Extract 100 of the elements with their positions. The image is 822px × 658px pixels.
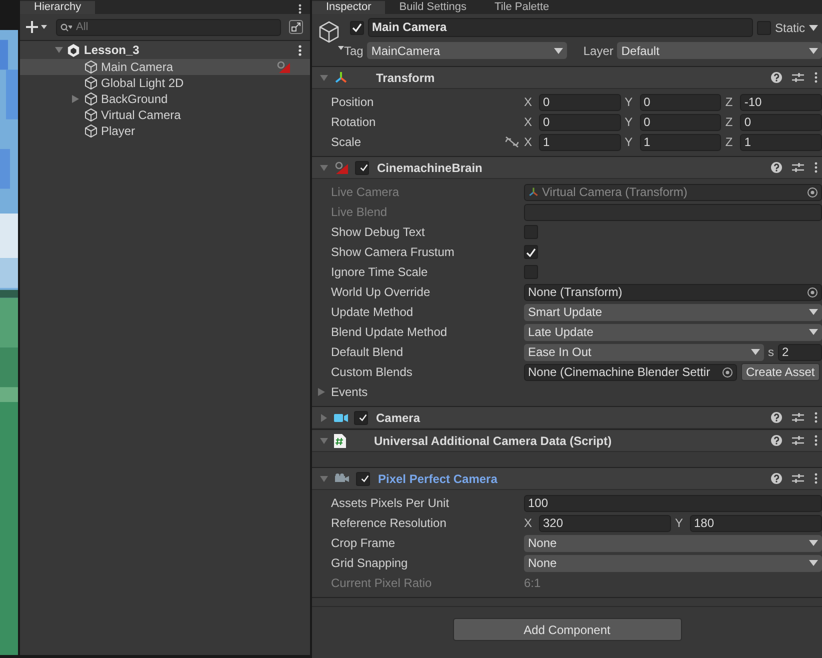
maximize-icon[interactable] [289, 20, 303, 34]
number-field[interactable]: -10 [740, 94, 822, 110]
number-field[interactable]: 0 [539, 114, 621, 130]
axis-label: Z [725, 95, 734, 109]
preset-icon[interactable] [792, 473, 804, 484]
kebab-menu-icon[interactable] [814, 72, 818, 83]
checkmark-icon [359, 413, 367, 422]
inspector-tab[interactable]: Inspector [312, 1, 386, 14]
help-icon[interactable] [771, 162, 782, 173]
preset-icon[interactable] [792, 72, 804, 83]
static-checkbox[interactable] [757, 20, 771, 34]
property-label: Assets Pixels Per Unit [331, 496, 450, 510]
hierarchy-item[interactable]: Virtual Camera [20, 107, 310, 123]
cube-icon [84, 60, 98, 74]
expand-arrow-icon[interactable] [72, 95, 79, 103]
dropdown[interactable]: None [524, 534, 822, 552]
scene-row[interactable]: Lesson_3 [20, 41, 310, 59]
number-field[interactable]: 1 [640, 134, 722, 150]
caret-icon [554, 48, 564, 54]
caret-icon [751, 349, 760, 355]
number-field[interactable]: 2 [778, 344, 822, 360]
axis-label: X [524, 115, 534, 129]
number-field[interactable]: 320 [539, 514, 671, 532]
preset-icon[interactable] [792, 435, 804, 446]
hierarchy-item[interactable]: Player [20, 123, 310, 139]
component-title: Camera [376, 410, 420, 424]
number-field[interactable]: 100 [524, 494, 822, 512]
help-icon[interactable] [771, 435, 782, 446]
unlinked-icon[interactable] [504, 136, 520, 148]
number-field[interactable]: 0 [539, 94, 621, 110]
create-asset-button[interactable]: Create Asset [741, 363, 820, 381]
layer-label: Layer [583, 44, 614, 58]
kebab-menu-icon[interactable] [298, 44, 302, 56]
number-field[interactable]: 0 [740, 114, 822, 130]
enable-checkbox[interactable] [354, 410, 368, 424]
number-field[interactable]: 1 [740, 134, 822, 150]
help-icon[interactable] [771, 72, 782, 83]
component-header[interactable]: Transform [312, 67, 822, 89]
caret-icon[interactable] [809, 24, 818, 30]
hierarchy-item[interactable]: BackGround [20, 91, 310, 107]
tag-dropdown[interactable]: MainCamera [367, 42, 568, 59]
checkmark-icon [352, 23, 362, 32]
name-field[interactable]: Main Camera [368, 18, 753, 37]
target-icon[interactable] [722, 366, 733, 378]
object-field[interactable]: None (Cinemachine Blender Settir [524, 364, 737, 380]
add-component-button[interactable]: Add Component [452, 618, 682, 641]
search-field[interactable]: All [56, 18, 281, 36]
property-label: Show Debug Text [331, 225, 426, 239]
property-checkbox[interactable] [524, 225, 538, 239]
inspector-tab[interactable]: Tile Palette [480, 1, 564, 14]
preset-icon[interactable] [792, 162, 804, 173]
hierarchy-item[interactable]: Main Camera [20, 59, 310, 75]
cube-icon [84, 124, 98, 138]
component-header[interactable]: Pixel Perfect Camera [312, 468, 822, 490]
hierarchy-tab[interactable]: Hierarchy [20, 1, 96, 14]
kebab-menu-icon[interactable] [814, 412, 818, 423]
property-checkbox[interactable] [524, 245, 538, 259]
kebab-menu-icon[interactable] [814, 435, 818, 446]
object-field[interactable]: None (Transform) [524, 284, 822, 300]
dropdown[interactable]: Smart Update [524, 304, 822, 320]
property-label: Reference Resolution [331, 516, 448, 530]
dropdown[interactable]: Late Update [524, 324, 822, 340]
axis-label: Y [675, 516, 684, 530]
add-icon[interactable] [26, 21, 48, 33]
component-header[interactable]: Camera [312, 407, 822, 429]
component-title: CinemachineBrain [377, 160, 482, 174]
axis-label: Y [624, 95, 634, 109]
enable-checkbox[interactable] [355, 160, 369, 174]
inspector-tab[interactable]: Build Settings [385, 1, 481, 14]
number-field[interactable]: 0 [640, 94, 722, 110]
number-field[interactable]: 0 [640, 114, 722, 130]
search-icon[interactable] [60, 22, 72, 32]
kebab-menu-icon[interactable] [298, 4, 302, 14]
caret-icon [809, 560, 818, 566]
cube-icon[interactable] [318, 20, 346, 52]
hierarchy-item[interactable]: Global Light 2D [20, 75, 310, 91]
axis-label: Z [725, 135, 734, 149]
component-header[interactable]: CinemachineBrain [312, 157, 822, 179]
number-field[interactable]: 1 [539, 134, 621, 150]
dropdown[interactable]: Ease In Out [524, 344, 764, 360]
active-checkbox[interactable] [350, 20, 364, 34]
axis-label: Y [624, 135, 634, 149]
help-icon[interactable] [771, 412, 782, 423]
scene-name: Lesson_3 [84, 43, 140, 57]
property-checkbox[interactable] [524, 265, 538, 279]
dropdown[interactable]: None [524, 554, 822, 572]
events-foldout[interactable]: Events [318, 385, 368, 399]
help-icon[interactable] [771, 473, 782, 484]
target-icon[interactable] [807, 286, 818, 298]
kebab-menu-icon[interactable] [814, 162, 818, 173]
component-title: Universal Additional Camera Data (Script) [374, 434, 612, 448]
value-text: 6:1 [524, 576, 541, 590]
enable-checkbox[interactable] [356, 472, 370, 486]
layer-dropdown[interactable]: Default [617, 42, 822, 59]
target-icon[interactable] [807, 186, 818, 198]
number-field[interactable]: 180 [690, 514, 822, 532]
component-header[interactable]: Universal Additional Camera Data (Script) [312, 430, 822, 452]
kebab-menu-icon[interactable] [814, 473, 818, 484]
preset-icon[interactable] [792, 412, 804, 423]
script-icon [334, 434, 346, 448]
